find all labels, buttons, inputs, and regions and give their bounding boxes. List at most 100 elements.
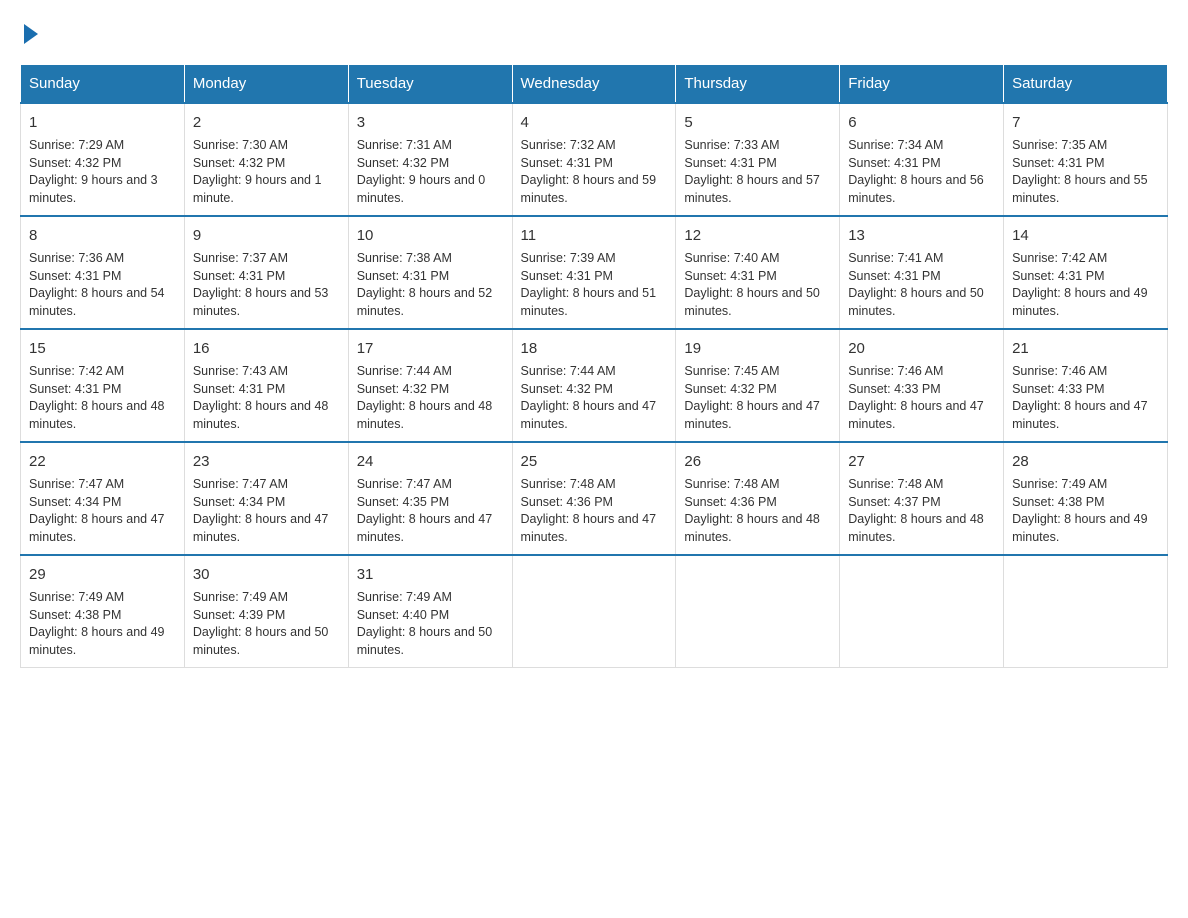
day-info: Sunrise: 7:40 AM Sunset: 4:31 PM Dayligh… xyxy=(684,250,831,320)
calendar-day-cell: 5 Sunrise: 7:33 AM Sunset: 4:31 PM Dayli… xyxy=(676,103,840,216)
calendar-day-cell: 30 Sunrise: 7:49 AM Sunset: 4:39 PM Dayl… xyxy=(184,555,348,668)
day-of-week-header: Thursday xyxy=(676,65,840,104)
day-info: Sunrise: 7:44 AM Sunset: 4:32 PM Dayligh… xyxy=(521,363,668,433)
day-number: 17 xyxy=(357,338,504,359)
day-of-week-header: Saturday xyxy=(1004,65,1168,104)
calendar-day-cell: 7 Sunrise: 7:35 AM Sunset: 4:31 PM Dayli… xyxy=(1004,103,1168,216)
day-number: 2 xyxy=(193,112,340,133)
calendar-day-cell: 31 Sunrise: 7:49 AM Sunset: 4:40 PM Dayl… xyxy=(348,555,512,668)
day-info: Sunrise: 7:34 AM Sunset: 4:31 PM Dayligh… xyxy=(848,137,995,207)
day-info: Sunrise: 7:49 AM Sunset: 4:38 PM Dayligh… xyxy=(29,589,176,659)
calendar-table: SundayMondayTuesdayWednesdayThursdayFrid… xyxy=(20,64,1168,668)
day-info: Sunrise: 7:49 AM Sunset: 4:40 PM Dayligh… xyxy=(357,589,504,659)
day-of-week-header: Wednesday xyxy=(512,65,676,104)
day-number: 12 xyxy=(684,225,831,246)
day-number: 11 xyxy=(521,225,668,246)
day-of-week-header: Sunday xyxy=(21,65,185,104)
day-info: Sunrise: 7:46 AM Sunset: 4:33 PM Dayligh… xyxy=(1012,363,1159,433)
day-info: Sunrise: 7:48 AM Sunset: 4:36 PM Dayligh… xyxy=(684,476,831,546)
calendar-week-row: 15 Sunrise: 7:42 AM Sunset: 4:31 PM Dayl… xyxy=(21,329,1168,442)
calendar-week-row: 22 Sunrise: 7:47 AM Sunset: 4:34 PM Dayl… xyxy=(21,442,1168,555)
day-of-week-header: Tuesday xyxy=(348,65,512,104)
calendar-day-cell: 18 Sunrise: 7:44 AM Sunset: 4:32 PM Dayl… xyxy=(512,329,676,442)
day-info: Sunrise: 7:42 AM Sunset: 4:31 PM Dayligh… xyxy=(1012,250,1159,320)
calendar-day-cell: 29 Sunrise: 7:49 AM Sunset: 4:38 PM Dayl… xyxy=(21,555,185,668)
calendar-day-cell: 28 Sunrise: 7:49 AM Sunset: 4:38 PM Dayl… xyxy=(1004,442,1168,555)
day-number: 21 xyxy=(1012,338,1159,359)
calendar-day-cell: 23 Sunrise: 7:47 AM Sunset: 4:34 PM Dayl… xyxy=(184,442,348,555)
day-info: Sunrise: 7:49 AM Sunset: 4:38 PM Dayligh… xyxy=(1012,476,1159,546)
day-info: Sunrise: 7:41 AM Sunset: 4:31 PM Dayligh… xyxy=(848,250,995,320)
day-number: 6 xyxy=(848,112,995,133)
day-number: 1 xyxy=(29,112,176,133)
day-number: 4 xyxy=(521,112,668,133)
day-info: Sunrise: 7:32 AM Sunset: 4:31 PM Dayligh… xyxy=(521,137,668,207)
day-info: Sunrise: 7:35 AM Sunset: 4:31 PM Dayligh… xyxy=(1012,137,1159,207)
day-number: 23 xyxy=(193,451,340,472)
day-number: 10 xyxy=(357,225,504,246)
day-number: 28 xyxy=(1012,451,1159,472)
day-info: Sunrise: 7:47 AM Sunset: 4:34 PM Dayligh… xyxy=(193,476,340,546)
day-number: 20 xyxy=(848,338,995,359)
day-info: Sunrise: 7:31 AM Sunset: 4:32 PM Dayligh… xyxy=(357,137,504,207)
day-number: 29 xyxy=(29,564,176,585)
calendar-day-cell: 15 Sunrise: 7:42 AM Sunset: 4:31 PM Dayl… xyxy=(21,329,185,442)
calendar-day-cell: 8 Sunrise: 7:36 AM Sunset: 4:31 PM Dayli… xyxy=(21,216,185,329)
calendar-day-cell xyxy=(676,555,840,668)
calendar-week-row: 1 Sunrise: 7:29 AM Sunset: 4:32 PM Dayli… xyxy=(21,103,1168,216)
day-number: 30 xyxy=(193,564,340,585)
day-info: Sunrise: 7:48 AM Sunset: 4:37 PM Dayligh… xyxy=(848,476,995,546)
day-number: 5 xyxy=(684,112,831,133)
day-number: 8 xyxy=(29,225,176,246)
day-info: Sunrise: 7:38 AM Sunset: 4:31 PM Dayligh… xyxy=(357,250,504,320)
calendar-day-cell xyxy=(840,555,1004,668)
calendar-day-cell xyxy=(1004,555,1168,668)
day-number: 18 xyxy=(521,338,668,359)
calendar-day-cell: 6 Sunrise: 7:34 AM Sunset: 4:31 PM Dayli… xyxy=(840,103,1004,216)
day-number: 7 xyxy=(1012,112,1159,133)
logo-arrow-icon xyxy=(24,24,38,44)
calendar-day-cell: 20 Sunrise: 7:46 AM Sunset: 4:33 PM Dayl… xyxy=(840,329,1004,442)
calendar-day-cell: 19 Sunrise: 7:45 AM Sunset: 4:32 PM Dayl… xyxy=(676,329,840,442)
day-number: 9 xyxy=(193,225,340,246)
calendar-day-cell: 1 Sunrise: 7:29 AM Sunset: 4:32 PM Dayli… xyxy=(21,103,185,216)
calendar-day-cell: 22 Sunrise: 7:47 AM Sunset: 4:34 PM Dayl… xyxy=(21,442,185,555)
day-info: Sunrise: 7:29 AM Sunset: 4:32 PM Dayligh… xyxy=(29,137,176,207)
day-info: Sunrise: 7:39 AM Sunset: 4:31 PM Dayligh… xyxy=(521,250,668,320)
day-info: Sunrise: 7:36 AM Sunset: 4:31 PM Dayligh… xyxy=(29,250,176,320)
day-info: Sunrise: 7:33 AM Sunset: 4:31 PM Dayligh… xyxy=(684,137,831,207)
day-info: Sunrise: 7:43 AM Sunset: 4:31 PM Dayligh… xyxy=(193,363,340,433)
day-number: 27 xyxy=(848,451,995,472)
day-info: Sunrise: 7:47 AM Sunset: 4:34 PM Dayligh… xyxy=(29,476,176,546)
calendar-day-cell: 21 Sunrise: 7:46 AM Sunset: 4:33 PM Dayl… xyxy=(1004,329,1168,442)
day-info: Sunrise: 7:46 AM Sunset: 4:33 PM Dayligh… xyxy=(848,363,995,433)
day-number: 16 xyxy=(193,338,340,359)
calendar-day-cell: 11 Sunrise: 7:39 AM Sunset: 4:31 PM Dayl… xyxy=(512,216,676,329)
day-of-week-header: Monday xyxy=(184,65,348,104)
calendar-week-row: 8 Sunrise: 7:36 AM Sunset: 4:31 PM Dayli… xyxy=(21,216,1168,329)
day-info: Sunrise: 7:48 AM Sunset: 4:36 PM Dayligh… xyxy=(521,476,668,546)
day-number: 25 xyxy=(521,451,668,472)
calendar-day-cell: 14 Sunrise: 7:42 AM Sunset: 4:31 PM Dayl… xyxy=(1004,216,1168,329)
day-number: 19 xyxy=(684,338,831,359)
logo xyxy=(20,20,38,44)
day-info: Sunrise: 7:47 AM Sunset: 4:35 PM Dayligh… xyxy=(357,476,504,546)
day-number: 15 xyxy=(29,338,176,359)
calendar-week-row: 29 Sunrise: 7:49 AM Sunset: 4:38 PM Dayl… xyxy=(21,555,1168,668)
calendar-day-cell: 12 Sunrise: 7:40 AM Sunset: 4:31 PM Dayl… xyxy=(676,216,840,329)
calendar-day-cell: 9 Sunrise: 7:37 AM Sunset: 4:31 PM Dayli… xyxy=(184,216,348,329)
day-info: Sunrise: 7:44 AM Sunset: 4:32 PM Dayligh… xyxy=(357,363,504,433)
calendar-day-cell: 10 Sunrise: 7:38 AM Sunset: 4:31 PM Dayl… xyxy=(348,216,512,329)
day-number: 22 xyxy=(29,451,176,472)
day-number: 14 xyxy=(1012,225,1159,246)
day-info: Sunrise: 7:49 AM Sunset: 4:39 PM Dayligh… xyxy=(193,589,340,659)
calendar-day-cell: 13 Sunrise: 7:41 AM Sunset: 4:31 PM Dayl… xyxy=(840,216,1004,329)
day-number: 31 xyxy=(357,564,504,585)
calendar-day-cell: 17 Sunrise: 7:44 AM Sunset: 4:32 PM Dayl… xyxy=(348,329,512,442)
calendar-day-cell: 27 Sunrise: 7:48 AM Sunset: 4:37 PM Dayl… xyxy=(840,442,1004,555)
day-info: Sunrise: 7:37 AM Sunset: 4:31 PM Dayligh… xyxy=(193,250,340,320)
day-info: Sunrise: 7:30 AM Sunset: 4:32 PM Dayligh… xyxy=(193,137,340,207)
day-info: Sunrise: 7:42 AM Sunset: 4:31 PM Dayligh… xyxy=(29,363,176,433)
calendar-day-cell: 26 Sunrise: 7:48 AM Sunset: 4:36 PM Dayl… xyxy=(676,442,840,555)
calendar-header-row: SundayMondayTuesdayWednesdayThursdayFrid… xyxy=(21,65,1168,104)
